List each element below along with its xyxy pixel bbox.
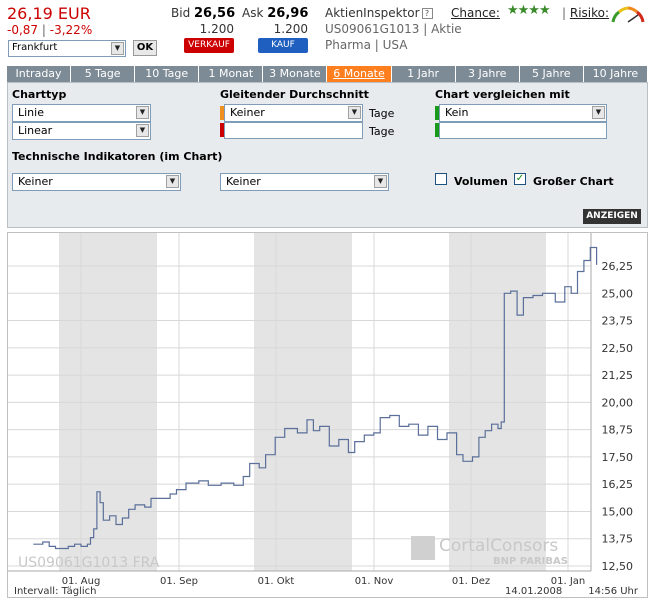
inspector-label: AktienInspektor (325, 6, 420, 20)
tab-10-tage[interactable]: 10 Tage (135, 66, 200, 82)
chance-stars-icon: ★★★★ (507, 3, 551, 18)
indicator2-value: Keiner (226, 175, 261, 188)
grosser-chart-checkbox[interactable]: ✓ (514, 173, 526, 185)
sell-button[interactable]: VERKAUF (184, 38, 234, 53)
watermark-isin: US09061G1013 FRA (18, 555, 160, 571)
tab-10-jahre[interactable]: 10 Jahre (583, 66, 648, 82)
y-tick-label: 13,75 (602, 533, 634, 546)
y-tick-label: 25,00 (602, 287, 634, 300)
ask-block: Ask 26,96 (242, 6, 308, 21)
change-separator: | (41, 23, 46, 37)
tab-1-monat[interactable]: 1 Monat (199, 66, 264, 82)
change-absolute: -0,87 (7, 23, 39, 37)
chevron-down-icon: ▼ (136, 124, 149, 137)
tab-3-jahre[interactable]: 3 Jahre (455, 66, 520, 82)
ask-value: 26,96 (267, 6, 309, 21)
timeframe-tabs: Intraday 5 Tage 10 Tage 1 Monat 3 Monate 6 Mo… (7, 66, 648, 82)
indicator2-select[interactable]: Keiner ▼ (220, 173, 389, 191)
charttyp-value: Linie (18, 106, 44, 119)
y-tick-label: 18,75 (602, 424, 634, 437)
chevron-down-icon: ▼ (592, 106, 605, 119)
y-tick-label: 22,50 (602, 342, 634, 355)
compare-label: Chart vergleichen mit (435, 88, 570, 101)
ma-value: Keiner (230, 106, 265, 119)
tage-label-1: Tage (369, 107, 395, 120)
buy-button[interactable]: KAUF (258, 38, 308, 53)
charttyp-select[interactable]: Linie ▼ (12, 104, 151, 122)
footer-date: 14.01.2008 (505, 586, 562, 597)
bid-value: 26,56 (194, 6, 236, 21)
chevron-down-icon: ▼ (111, 42, 124, 55)
exchange-value: Frankfurt (12, 42, 58, 53)
x-tick-label: 01. Nov (355, 576, 394, 587)
ma-days-input[interactable] (224, 122, 363, 139)
help-icon[interactable]: ? (421, 8, 433, 19)
chevron-down-icon: ▼ (348, 106, 361, 119)
y-tick-label: 15,00 (602, 505, 634, 518)
bid-quantity: 1.200 (199, 22, 234, 36)
chance-link[interactable]: Chance: (451, 6, 500, 20)
grosser-chart-label: Großer Chart (533, 175, 614, 188)
tab-1-jahr[interactable]: 1 Jahr (391, 66, 456, 82)
y-tick-label: 16,25 (602, 478, 634, 491)
chevron-down-icon: ▼ (166, 175, 179, 188)
change-percent: -3,22% (49, 23, 93, 37)
scale-value: Linear (18, 124, 53, 137)
tab-5-jahre[interactable]: 5 Jahre (519, 66, 584, 82)
indicators-label: Technische Indikatoren (im Chart) (12, 150, 223, 163)
ma-label: Gleitender Durchschnitt (220, 88, 369, 101)
cortal-logo-icon (411, 536, 435, 560)
isin-line: US09061G1013 | Aktie (325, 22, 462, 36)
indicator1-value: Keiner (18, 175, 53, 188)
compare-value: Kein (445, 106, 469, 119)
compare-input[interactable] (439, 122, 607, 139)
compare-select[interactable]: Kein ▼ (439, 104, 607, 122)
risiko-block: | Risiko: (562, 6, 610, 20)
volumen-label: Volumen (454, 175, 508, 188)
ok-button[interactable]: OK (133, 40, 157, 56)
bid-block: Bid 26,56 (171, 6, 235, 21)
risk-gauge-icon (611, 6, 645, 23)
y-tick-label: 12,50 (602, 560, 634, 573)
x-tick-label: 01. Dez (452, 576, 490, 587)
tab-intraday[interactable]: Intraday (7, 66, 72, 82)
y-tick-label: 21,25 (602, 369, 634, 382)
price-chart: 26,25 25,00 23,75 22,50 21,25 20,00 18,75 17,50… (7, 232, 648, 598)
footer-time: 14:56 Uhr (588, 586, 639, 597)
bid-label: Bid (171, 6, 191, 20)
scale-select[interactable]: Linear ▼ (12, 122, 151, 140)
x-tick-label: 01. Okt (258, 576, 295, 587)
tab-5-tage[interactable]: 5 Tage (71, 66, 136, 82)
chart-settings-panel: Charttyp Linie ▼ Linear ▼ Gleitender Dur… (7, 82, 648, 228)
watermark-brand: CortalConsors (439, 536, 558, 556)
tab-6-monate[interactable]: 6 Monate (327, 66, 392, 82)
y-tick-label: 26,25 (602, 260, 634, 273)
show-button[interactable]: ANZEIGEN (583, 209, 641, 224)
ask-label: Ask (242, 6, 264, 20)
x-tick-label: 01. Sep (160, 576, 198, 587)
tab-3-monate[interactable]: 3 Monate (263, 66, 328, 82)
volumen-checkbox[interactable] (435, 173, 447, 185)
inspector-link[interactable]: AktienInspektor? (325, 6, 433, 20)
watermark-brand-sub: BNP PARIBAS (493, 556, 568, 567)
tage-label-2: Tage (369, 125, 395, 138)
last-price: 26,19 EUR (7, 4, 91, 23)
interval-label: Intervall: Täglich (14, 586, 96, 597)
exchange-select[interactable]: Frankfurt ▼ (8, 40, 126, 57)
price-change: -0,87 | -3,22% (7, 23, 92, 37)
chevron-down-icon: ▼ (374, 175, 387, 188)
sector-line: Pharma | USA (325, 38, 408, 52)
y-tick-label: 23,75 (602, 315, 634, 328)
ask-quantity: 1.200 (273, 22, 308, 36)
chevron-down-icon: ▼ (136, 106, 149, 119)
risiko-link[interactable]: Risiko: (570, 6, 609, 20)
indicator1-select[interactable]: Keiner ▼ (12, 173, 181, 191)
charttyp-label: Charttyp (12, 88, 67, 101)
ma-select[interactable]: Keiner ▼ (224, 104, 363, 122)
y-tick-label: 17,50 (602, 451, 634, 464)
y-tick-label: 20,00 (602, 396, 634, 409)
price-chart-svg: 26,25 25,00 23,75 22,50 21,25 20,00 18,75 17,50… (8, 233, 639, 597)
